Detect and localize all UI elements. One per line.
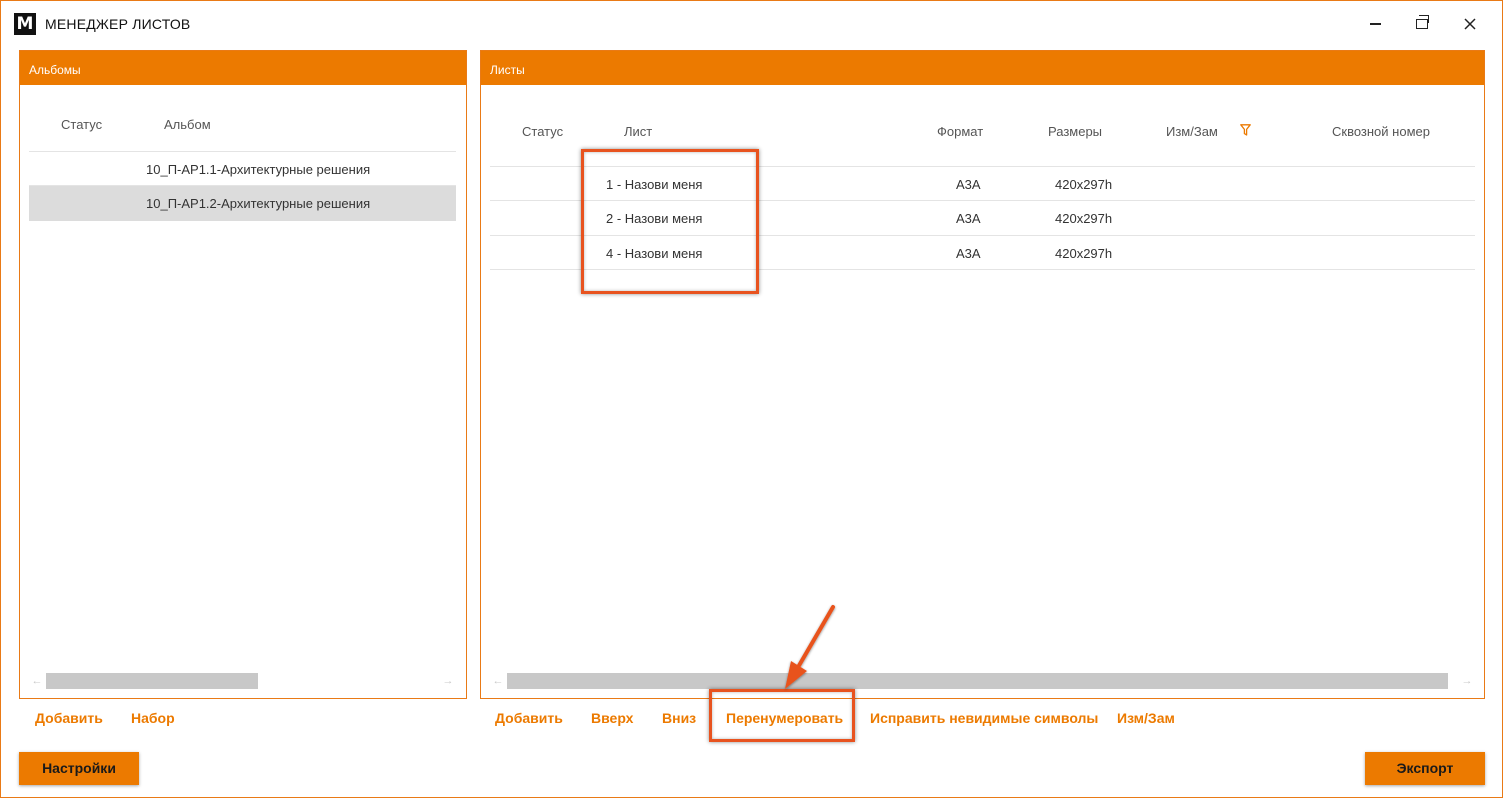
sheets-column-size[interactable]: Размеры <box>1048 124 1102 139</box>
arrow-right-icon[interactable]: → <box>1459 673 1475 689</box>
close-icon <box>1464 18 1476 30</box>
albums-column-status[interactable]: Статус <box>61 117 102 132</box>
export-button[interactable]: Экспорт <box>1365 752 1485 785</box>
sheets-column-sheet[interactable]: Лист <box>624 124 652 139</box>
sheets-column-rev[interactable]: Изм/Зам <box>1166 124 1218 139</box>
arrow-right-icon[interactable]: → <box>440 673 456 689</box>
move-down-button[interactable]: Вниз <box>662 710 696 726</box>
sheet-format: А3А <box>956 211 981 226</box>
sheets-panel-header: Листы <box>481 51 1484 85</box>
albums-panel: Альбомы <box>19 50 467 699</box>
annotation-arrow-icon <box>785 605 835 689</box>
annotation-highlight-sheet-names <box>581 149 759 294</box>
app-title: МЕНЕДЖЕР ЛИСТОВ <box>45 16 191 32</box>
maximize-icon <box>1416 15 1429 29</box>
sheet-size: 420x297h <box>1055 246 1113 261</box>
album-name: 10_П-АР1.1-Архитектурные решения <box>146 162 371 177</box>
sheets-scroll-thumb[interactable] <box>507 673 1448 689</box>
albums-scroll-thumb[interactable] <box>46 673 258 689</box>
manager-window: M МЕНЕДЖЕР ЛИСТОВ Альбомы Статус Альбом … <box>0 0 1503 798</box>
fix-invisible-chars-button[interactable]: Исправить невидимые символы <box>870 710 1098 726</box>
move-up-button[interactable]: Вверх <box>591 710 633 726</box>
sheet-format: А3А <box>956 177 981 192</box>
rev-button[interactable]: Изм/Зам <box>1117 710 1175 726</box>
albums-column-album[interactable]: Альбом <box>164 117 211 132</box>
sheets-column-through-number[interactable]: Сквозной номер <box>1332 124 1430 139</box>
sheet-format: А3А <box>956 246 981 261</box>
title-bar: M МЕНЕДЖЕР ЛИСТОВ <box>1 1 1502 47</box>
albums-panel-header: Альбомы <box>20 51 466 85</box>
sheets-panel: Листы <box>480 50 1485 699</box>
albums-set-button[interactable]: Набор <box>131 710 175 726</box>
sheets-column-status[interactable]: Статус <box>522 124 563 139</box>
albums-add-button[interactable]: Добавить <box>35 710 103 726</box>
album-name: 10_П-АР1.2-Архитектурные решения <box>146 196 371 211</box>
app-logo: M <box>14 13 36 35</box>
album-row-selected[interactable]: 10_П-АР1.2-Архитектурные решения <box>29 186 456 221</box>
close-button[interactable] <box>1448 9 1492 39</box>
album-row[interactable]: 10_П-АР1.1-Архитектурные решения <box>29 152 456 186</box>
sheets-add-button[interactable]: Добавить <box>495 710 563 726</box>
filter-icon[interactable] <box>1240 124 1251 136</box>
minimize-icon <box>1369 23 1381 25</box>
sheets-horizontal-scrollbar[interactable]: ← → <box>490 673 1475 689</box>
sheet-size: 420x297h <box>1055 177 1113 192</box>
sheet-size: 420x297h <box>1055 211 1113 226</box>
arrow-left-icon[interactable]: ← <box>29 673 45 689</box>
albums-horizontal-scrollbar[interactable]: ← → <box>29 673 456 689</box>
sheets-column-format[interactable]: Формат <box>937 124 983 139</box>
maximize-button[interactable] <box>1400 9 1444 39</box>
arrow-left-icon[interactable]: ← <box>490 673 506 689</box>
minimize-button[interactable] <box>1353 9 1397 39</box>
settings-button[interactable]: Настройки <box>19 752 139 785</box>
